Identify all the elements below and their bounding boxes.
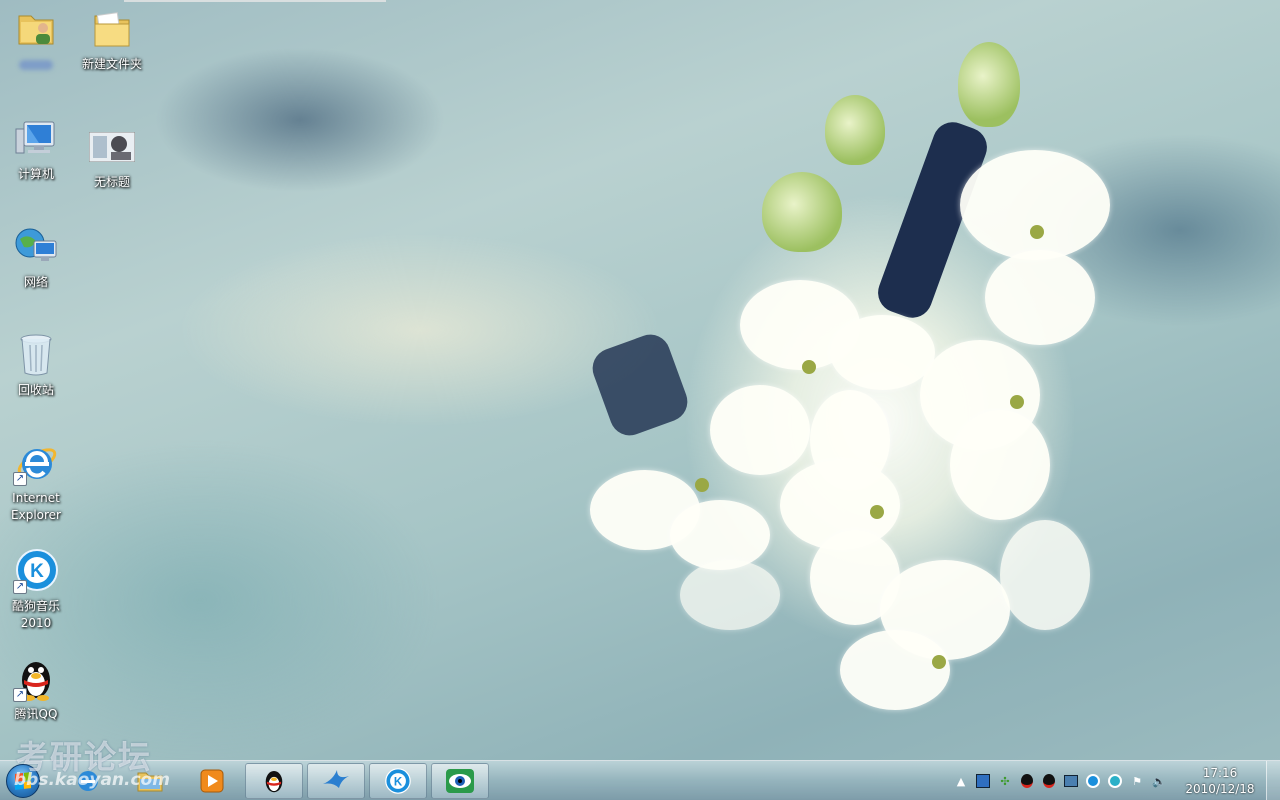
bird-app-icon xyxy=(323,770,349,788)
desktop-icon-label-blurred xyxy=(19,60,53,70)
tray-qq-icon[interactable] xyxy=(1018,772,1036,790)
svg-text:K: K xyxy=(30,561,44,582)
flower-petal xyxy=(840,630,950,710)
wallpaper xyxy=(0,0,1280,760)
shortcut-arrow-icon: ↗ xyxy=(13,580,27,594)
desktop-icon-computer[interactable]: 计算机 xyxy=(0,116,72,183)
taskbar-button-eye-app[interactable] xyxy=(431,763,489,799)
desktop-icon-label: 无标题 xyxy=(93,175,130,189)
qq-penguin-icon: ↗ xyxy=(13,656,59,702)
flower-center xyxy=(802,360,816,374)
eye-app-icon xyxy=(446,769,474,793)
desktop-icon-recycle-bin[interactable]: 回收站 xyxy=(0,332,72,399)
tray-flag-icon[interactable]: ⚑ xyxy=(1128,772,1146,790)
flower-petal xyxy=(1000,520,1090,630)
desktop-icon-label: 酷狗音乐 2010 xyxy=(11,599,60,630)
desktop-icon-new-folder[interactable]: 新建文件夹 xyxy=(76,6,148,73)
kugou-music-icon: K xyxy=(385,768,411,794)
image-thumbnail-icon xyxy=(89,124,135,170)
flower-petal xyxy=(680,560,780,630)
svg-text:K: K xyxy=(394,776,403,788)
tray-app-circle-icon[interactable] xyxy=(1106,772,1124,790)
recycle-bin-icon xyxy=(13,332,59,378)
desktop-icon-kugou-music[interactable]: K ↗ 酷狗音乐 2010 xyxy=(0,548,72,632)
desktop-icon-label: 腾讯QQ xyxy=(14,707,58,721)
qq-penguin-icon xyxy=(265,770,283,793)
flower-petal xyxy=(960,150,1110,260)
tray-qq-icon[interactable] xyxy=(1040,772,1058,790)
desktop-icon-internet-explorer[interactable]: ↗ Internet Explorer xyxy=(0,440,72,524)
tray-app-blue-icon[interactable] xyxy=(974,772,992,790)
network-globe-icon xyxy=(13,224,59,270)
flower-bud xyxy=(825,95,885,165)
tray-app-green-icon[interactable]: ✣ xyxy=(996,772,1014,790)
internet-explorer-icon: ↗ xyxy=(13,440,59,486)
taskbar-clock[interactable]: 17:16 2010/12/18 xyxy=(1180,765,1260,797)
system-tray: ▲ ✣ ⚑ 🔈 xyxy=(950,761,1170,800)
flower-petal xyxy=(710,385,810,475)
user-folder-icon xyxy=(13,6,59,52)
taskbar-button-qq[interactable] xyxy=(245,763,303,799)
folder-icon xyxy=(89,6,135,52)
desktop-icon-label: 计算机 xyxy=(17,167,54,181)
flower-petal xyxy=(830,315,935,390)
flower-petal xyxy=(950,410,1050,520)
watermark-url: bbs.kaoyan.com xyxy=(14,770,170,790)
flower-center xyxy=(1010,395,1024,409)
clock-date: 2010/12/18 xyxy=(1185,782,1255,796)
flower-petal xyxy=(670,500,770,570)
flower-bud xyxy=(958,42,1020,127)
computer-icon xyxy=(13,116,59,162)
tray-expand-arrow-icon[interactable]: ▲ xyxy=(952,772,970,790)
shortcut-arrow-icon: ↗ xyxy=(13,688,27,702)
flower-petal xyxy=(985,250,1095,345)
quicklaunch-media-player[interactable] xyxy=(198,767,226,795)
taskbar: K ▲ ✣ ⚑ 🔈 17:16 2010/12/18 xyxy=(0,760,1280,800)
flower-center xyxy=(695,478,709,492)
flower-center xyxy=(932,655,946,669)
desktop-icon-untitled-image[interactable]: 无标题 xyxy=(76,124,148,191)
desktop-icon-label: 网络 xyxy=(23,275,48,289)
media-player-icon xyxy=(200,769,224,793)
clock-time: 17:16 xyxy=(1202,766,1238,780)
show-desktop-button[interactable] xyxy=(1266,761,1280,800)
desktop-icon-network[interactable]: 网络 xyxy=(0,224,72,291)
flower-bud xyxy=(762,172,842,252)
desktop-icon-user-folder[interactable] xyxy=(0,6,72,70)
tray-volume-icon[interactable]: 🔈 xyxy=(1150,772,1168,790)
flower-center xyxy=(870,505,884,519)
taskbar-button-bird-app[interactable] xyxy=(307,763,365,799)
taskbar-button-kugou[interactable]: K xyxy=(369,763,427,799)
shortcut-arrow-icon: ↗ xyxy=(13,472,27,486)
kugou-music-icon: K ↗ xyxy=(13,548,59,594)
tray-network-icon[interactable] xyxy=(1062,772,1080,790)
branch xyxy=(587,329,693,441)
desktop-icon-label: 回收站 xyxy=(17,383,54,397)
desktop-icon-label: 新建文件夹 xyxy=(81,57,142,71)
flower-center xyxy=(1030,225,1044,239)
desktop-icon-tencent-qq[interactable]: ↗ 腾讯QQ xyxy=(0,656,72,723)
window-edge xyxy=(124,0,386,2)
tray-kugou-icon[interactable] xyxy=(1084,772,1102,790)
desktop-icon-label: Internet Explorer xyxy=(11,491,61,522)
